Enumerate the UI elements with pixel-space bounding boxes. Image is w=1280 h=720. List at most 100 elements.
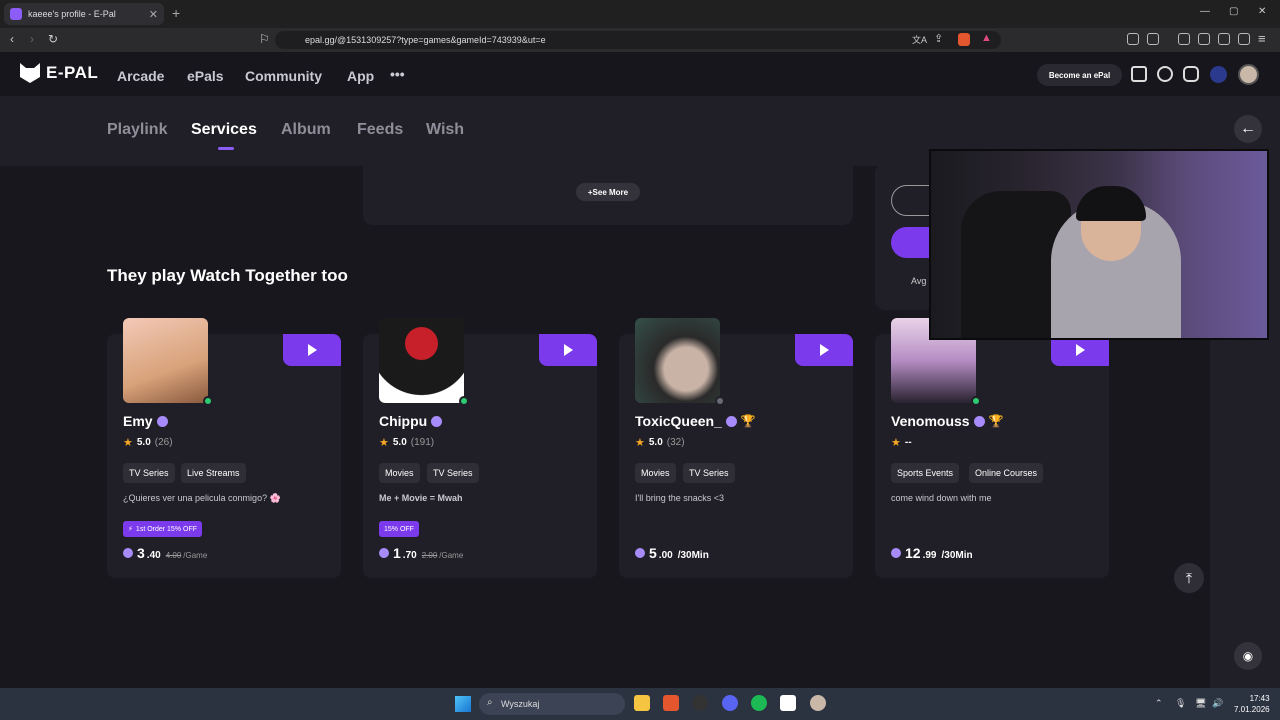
support-icon[interactable]: ◉ [1234, 642, 1262, 670]
minimize-icon[interactable]: — [1200, 6, 1210, 17]
clock-date: 7.01.2026 [1234, 705, 1270, 714]
brave-browser-icon[interactable] [663, 695, 679, 711]
tab-services[interactable]: Services [191, 121, 257, 139]
epal-avatar[interactable] [379, 318, 464, 403]
epal-name-row[interactable]: Chippu [379, 413, 443, 429]
category-tag: TV Series [683, 463, 735, 483]
tab-feeds[interactable]: Feeds [357, 121, 403, 139]
discord-taskbar-icon[interactable] [722, 695, 738, 711]
price-int: 12 [905, 545, 921, 561]
notepad-icon[interactable] [780, 695, 796, 711]
tab-title: kaeee's profile - E-Pal [28, 9, 116, 19]
nav-more-icon[interactable]: ••• [390, 66, 405, 82]
play-voice-button[interactable] [539, 334, 597, 366]
nav-epals[interactable]: ePals [187, 68, 224, 84]
epal-avatar[interactable] [635, 318, 720, 403]
nav-arcade[interactable]: Arcade [117, 68, 164, 84]
browser-tab[interactable]: kaeee's profile - E-Pal ✕ [4, 3, 164, 25]
scroll-to-top-icon[interactable]: ⤒ [1174, 563, 1204, 593]
epal-avatar[interactable] [123, 318, 208, 403]
menu-icon[interactable]: ≡ [1258, 31, 1266, 46]
epal-description: I'll bring the snacks <3 [635, 493, 725, 503]
back-arrow-icon[interactable]: ← [1234, 115, 1262, 143]
tab-album[interactable]: Album [281, 121, 331, 139]
category-tag: TV Series [123, 463, 175, 483]
reload-icon[interactable]: ↻ [48, 32, 58, 46]
discord-icon[interactable] [1183, 66, 1199, 82]
url-field[interactable]: epal.gg/@1531309257?type=games&gameId=74… [275, 31, 1001, 49]
category-tag: TV Series [427, 463, 479, 483]
rating-row: ★ 5.0 (26) [123, 436, 173, 449]
star-icon: ★ [891, 437, 901, 449]
back-nav-icon[interactable]: ‹ [10, 32, 14, 46]
verified-badge-icon [156, 415, 168, 427]
brave-rewards-icon[interactable]: ▲ [981, 32, 992, 44]
sidebar-icon[interactable] [1178, 33, 1190, 45]
taskbar-search[interactable]: Wyszukaj [479, 693, 625, 715]
url-text: epal.gg/@1531309257?type=games&gameId=74… [305, 35, 546, 45]
bookmark-icon[interactable]: ⚐ [259, 32, 270, 46]
star-icon: ★ [379, 437, 389, 449]
rating-value: 5.0 [136, 437, 151, 448]
obs-icon[interactable] [692, 695, 708, 711]
category-tag: Online Courses [969, 463, 1044, 483]
price-dec: .00 [658, 550, 673, 561]
promo-text: 1st Order 15% OFF [135, 525, 197, 533]
rating-row: ★ 5.0 (191) [379, 436, 434, 449]
rating-count: (191) [410, 437, 435, 448]
verified-badge-icon [973, 415, 985, 427]
see-more-button[interactable]: +See More [576, 183, 640, 201]
maximize-icon[interactable]: ▢ [1229, 6, 1238, 17]
tab-wish[interactable]: Wish [426, 121, 464, 139]
nav-community[interactable]: Community [245, 68, 322, 84]
mascot-icon[interactable] [1210, 66, 1227, 83]
online-status-dot [459, 396, 469, 406]
epal-name-row[interactable]: ToxicQueen_ 🏆 [635, 413, 756, 429]
search-text: Wyszukaj [501, 699, 540, 709]
play-voice-button[interactable] [795, 334, 853, 366]
nav-app[interactable]: App [347, 68, 374, 84]
category-tag: Movies [379, 463, 420, 483]
play-voice-button[interactable] [283, 334, 341, 366]
epal-logo[interactable]: E-PAL [20, 63, 98, 83]
wallet-icon[interactable] [1147, 33, 1159, 45]
price-int: 1 [393, 545, 401, 561]
network-icon[interactable]: 🖥 [1195, 698, 1206, 709]
coin-icon [635, 548, 645, 558]
gift-icon[interactable] [1131, 66, 1147, 82]
new-tab-icon[interactable]: + [172, 5, 180, 21]
online-status-dot [971, 396, 981, 406]
leo-ai-icon[interactable] [1218, 33, 1230, 45]
share-icon[interactable]: ⇪ [934, 32, 943, 45]
microphone-icon[interactable]: 🎙 [1175, 698, 1186, 709]
rating-value: -- [904, 437, 912, 448]
verified-badge-icon [725, 415, 737, 427]
spotify-icon[interactable] [751, 695, 767, 711]
vpn-icon[interactable] [1238, 33, 1250, 45]
tab-playlink[interactable]: Playlink [107, 121, 167, 139]
notification-bell-icon[interactable] [1157, 66, 1173, 82]
extensions-icon[interactable] [1127, 33, 1139, 45]
app-icon[interactable] [810, 695, 826, 711]
close-tab-icon[interactable]: ✕ [149, 8, 158, 21]
taskbar-clock[interactable]: 17:43 7.01.2026 [1234, 693, 1270, 715]
epal-name-row[interactable]: Venomouss 🏆 [891, 413, 1004, 429]
promo-badge: ⚡ 1st Order 15% OFF [123, 521, 202, 537]
become-epal-button[interactable]: Become an ePal [1037, 64, 1122, 86]
epal-name-row[interactable]: Emy [123, 413, 168, 429]
forward-nav-icon[interactable]: › [30, 32, 34, 46]
reader-icon[interactable] [1198, 33, 1210, 45]
category-tag: Live Streams [181, 463, 246, 483]
translate-icon[interactable]: 文A [912, 33, 927, 46]
brave-shield-icon[interactable] [958, 33, 970, 46]
category-tag: Sports Events [891, 463, 960, 483]
close-window-icon[interactable]: ✕ [1258, 6, 1266, 17]
user-avatar[interactable] [1238, 64, 1259, 85]
promo-badge: 15% OFF [379, 521, 419, 537]
rating-value: 5.0 [648, 437, 663, 448]
windows-start-icon[interactable] [455, 696, 471, 712]
tray-chevron-icon[interactable]: ⌃ [1155, 698, 1163, 709]
volume-icon[interactable]: 🔊 [1212, 698, 1223, 709]
price-unit: /Game [439, 551, 464, 560]
file-explorer-icon[interactable] [634, 695, 650, 711]
